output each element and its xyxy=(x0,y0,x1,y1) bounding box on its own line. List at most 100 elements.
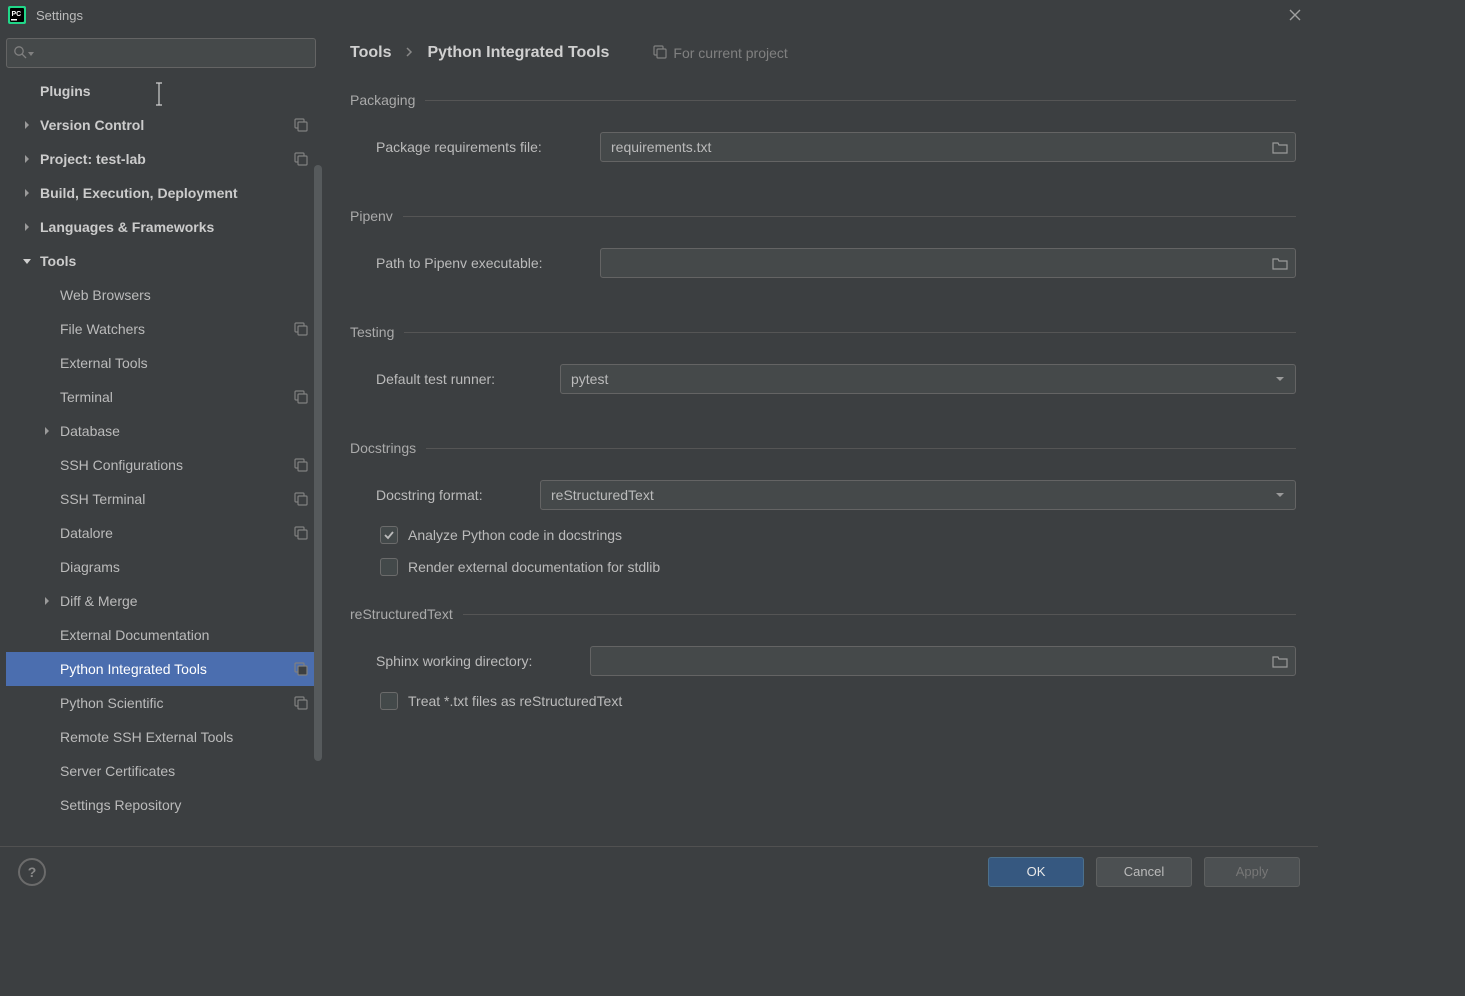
tree-item-diff-merge[interactable]: Diff & Merge xyxy=(6,584,316,618)
render-stdlib-checkbox[interactable] xyxy=(380,558,398,576)
project-scope-icon xyxy=(294,152,308,166)
req-file-value: requirements.txt xyxy=(611,139,711,155)
tree-item-label: Plugins xyxy=(40,83,308,99)
project-scope-icon xyxy=(294,458,308,472)
chevron-right-icon[interactable] xyxy=(20,220,34,234)
tree-item-settings-repository[interactable]: Settings Repository xyxy=(6,788,316,822)
tree-item-label: Version Control xyxy=(40,117,294,133)
sphinx-dir-input[interactable] xyxy=(590,646,1296,676)
tree-item-languages-frameworks[interactable]: Languages & Frameworks xyxy=(6,210,316,244)
chevron-right-icon[interactable] xyxy=(40,424,54,438)
breadcrumb: Tools Python Integrated Tools For curren… xyxy=(350,44,1296,62)
req-file-label: Package requirements file: xyxy=(376,139,586,155)
browse-folder-icon[interactable] xyxy=(1269,650,1291,672)
tree-item-label: Datalore xyxy=(60,525,294,541)
chevron-down-icon[interactable] xyxy=(20,254,34,268)
docstring-format-label: Docstring format: xyxy=(376,487,526,503)
tree-item-python-integrated-tools[interactable]: Python Integrated Tools xyxy=(6,652,316,686)
help-button[interactable]: ? xyxy=(18,858,46,886)
scope-hint: For current project xyxy=(653,45,787,62)
project-scope-icon xyxy=(294,662,308,676)
tree-item-label: Server Certificates xyxy=(60,763,308,779)
test-runner-select[interactable]: pytest xyxy=(560,364,1296,394)
chevron-right-icon[interactable] xyxy=(20,152,34,166)
tree-item-label: Python Integrated Tools xyxy=(60,661,294,677)
treat-txt-rst-label[interactable]: Treat *.txt files as reStructuredText xyxy=(408,693,622,709)
tree-item-label: Diff & Merge xyxy=(60,593,308,609)
project-scope-icon xyxy=(294,390,308,404)
tree-item-label: Diagrams xyxy=(60,559,308,575)
chevron-right-icon[interactable] xyxy=(20,118,34,132)
tree-item-label: File Watchers xyxy=(60,321,294,337)
tree-item-datalore[interactable]: Datalore xyxy=(6,516,316,550)
tree-item-web-browsers[interactable]: Web Browsers xyxy=(6,278,316,312)
tree-item-ssh-terminal[interactable]: SSH Terminal xyxy=(6,482,316,516)
section-legend: Pipenv xyxy=(350,208,403,224)
scope-hint-text: For current project xyxy=(673,45,787,61)
section-packaging: Packaging Package requirements file: req… xyxy=(350,92,1296,178)
tree-item-project-test-lab[interactable]: Project: test-lab xyxy=(6,142,316,176)
section-legend: Testing xyxy=(350,324,404,340)
tree-item-plugins[interactable]: Plugins xyxy=(6,74,316,108)
tree-item-external-tools[interactable]: External Tools xyxy=(6,346,316,380)
render-stdlib-label[interactable]: Render external documentation for stdlib xyxy=(408,559,660,575)
dialog-footer: ? OK Cancel Apply xyxy=(0,846,1318,896)
content-panel: Tools Python Integrated Tools For curren… xyxy=(322,30,1318,846)
tree-item-label: Project: test-lab xyxy=(40,151,294,167)
analyze-docstrings-label[interactable]: Analyze Python code in docstrings xyxy=(408,527,622,543)
test-runner-label: Default test runner: xyxy=(376,371,546,387)
section-rst: reStructuredText Sphinx working director… xyxy=(350,606,1296,710)
section-legend: Packaging xyxy=(350,92,425,108)
project-scope-icon xyxy=(294,118,308,132)
chevron-right-icon[interactable] xyxy=(20,186,34,200)
window-title: Settings xyxy=(36,8,83,23)
tree-item-label: Tools xyxy=(40,253,308,269)
search-input[interactable] xyxy=(6,38,316,68)
tree-item-label: Terminal xyxy=(60,389,294,405)
tree-item-database[interactable]: Database xyxy=(6,414,316,448)
test-runner-value: pytest xyxy=(571,371,608,387)
ok-button[interactable]: OK xyxy=(988,857,1084,887)
tree-item-label: Build, Execution, Deployment xyxy=(40,185,308,201)
breadcrumb-root[interactable]: Tools xyxy=(350,44,391,62)
chevron-right-icon[interactable] xyxy=(20,84,34,98)
docstring-format-select[interactable]: reStructuredText xyxy=(540,480,1296,510)
app-icon: PC xyxy=(8,6,26,24)
tree-item-ssh-configurations[interactable]: SSH Configurations xyxy=(6,448,316,482)
project-scope-icon xyxy=(294,696,308,710)
cancel-button[interactable]: Cancel xyxy=(1096,857,1192,887)
project-scope-icon xyxy=(294,526,308,540)
tree-item-tools[interactable]: Tools xyxy=(6,244,316,278)
apply-button[interactable]: Apply xyxy=(1204,857,1300,887)
tree-item-external-documentation[interactable]: External Documentation xyxy=(6,618,316,652)
chevron-right-icon[interactable] xyxy=(40,594,54,608)
tree-item-label: Python Scientific xyxy=(60,695,294,711)
close-button[interactable] xyxy=(1280,0,1310,30)
pipenv-path-label: Path to Pipenv executable: xyxy=(376,255,586,271)
project-scope-icon xyxy=(294,322,308,336)
chevron-down-icon xyxy=(1269,368,1291,390)
tree-item-python-scientific[interactable]: Python Scientific xyxy=(6,686,316,720)
tree-item-version-control[interactable]: Version Control xyxy=(6,108,316,142)
tree-item-build-execution-deployment[interactable]: Build, Execution, Deployment xyxy=(6,176,316,210)
tree-item-server-certificates[interactable]: Server Certificates xyxy=(6,754,316,788)
settings-tree[interactable]: Plugins Version Control Project: test-lab B… xyxy=(6,74,316,844)
tree-item-label: Settings Repository xyxy=(60,797,308,813)
treat-txt-rst-checkbox[interactable] xyxy=(380,692,398,710)
tree-item-file-watchers[interactable]: File Watchers xyxy=(6,312,316,346)
analyze-docstrings-checkbox[interactable] xyxy=(380,526,398,544)
browse-folder-icon[interactable] xyxy=(1269,136,1291,158)
pipenv-path-input[interactable] xyxy=(600,248,1296,278)
req-file-input[interactable]: requirements.txt xyxy=(600,132,1296,162)
titlebar: PC Settings xyxy=(0,0,1318,30)
browse-folder-icon[interactable] xyxy=(1269,252,1291,274)
scrollbar-thumb[interactable] xyxy=(314,165,322,761)
tree-item-label: Database xyxy=(60,423,308,439)
tree-item-terminal[interactable]: Terminal xyxy=(6,380,316,414)
section-legend: reStructuredText xyxy=(350,606,463,622)
docstring-format-value: reStructuredText xyxy=(551,487,654,503)
tree-item-remote-ssh-external-tools[interactable]: Remote SSH External Tools xyxy=(6,720,316,754)
search-field[interactable] xyxy=(41,46,309,61)
tree-item-diagrams[interactable]: Diagrams xyxy=(6,550,316,584)
tree-item-label: External Documentation xyxy=(60,627,308,643)
